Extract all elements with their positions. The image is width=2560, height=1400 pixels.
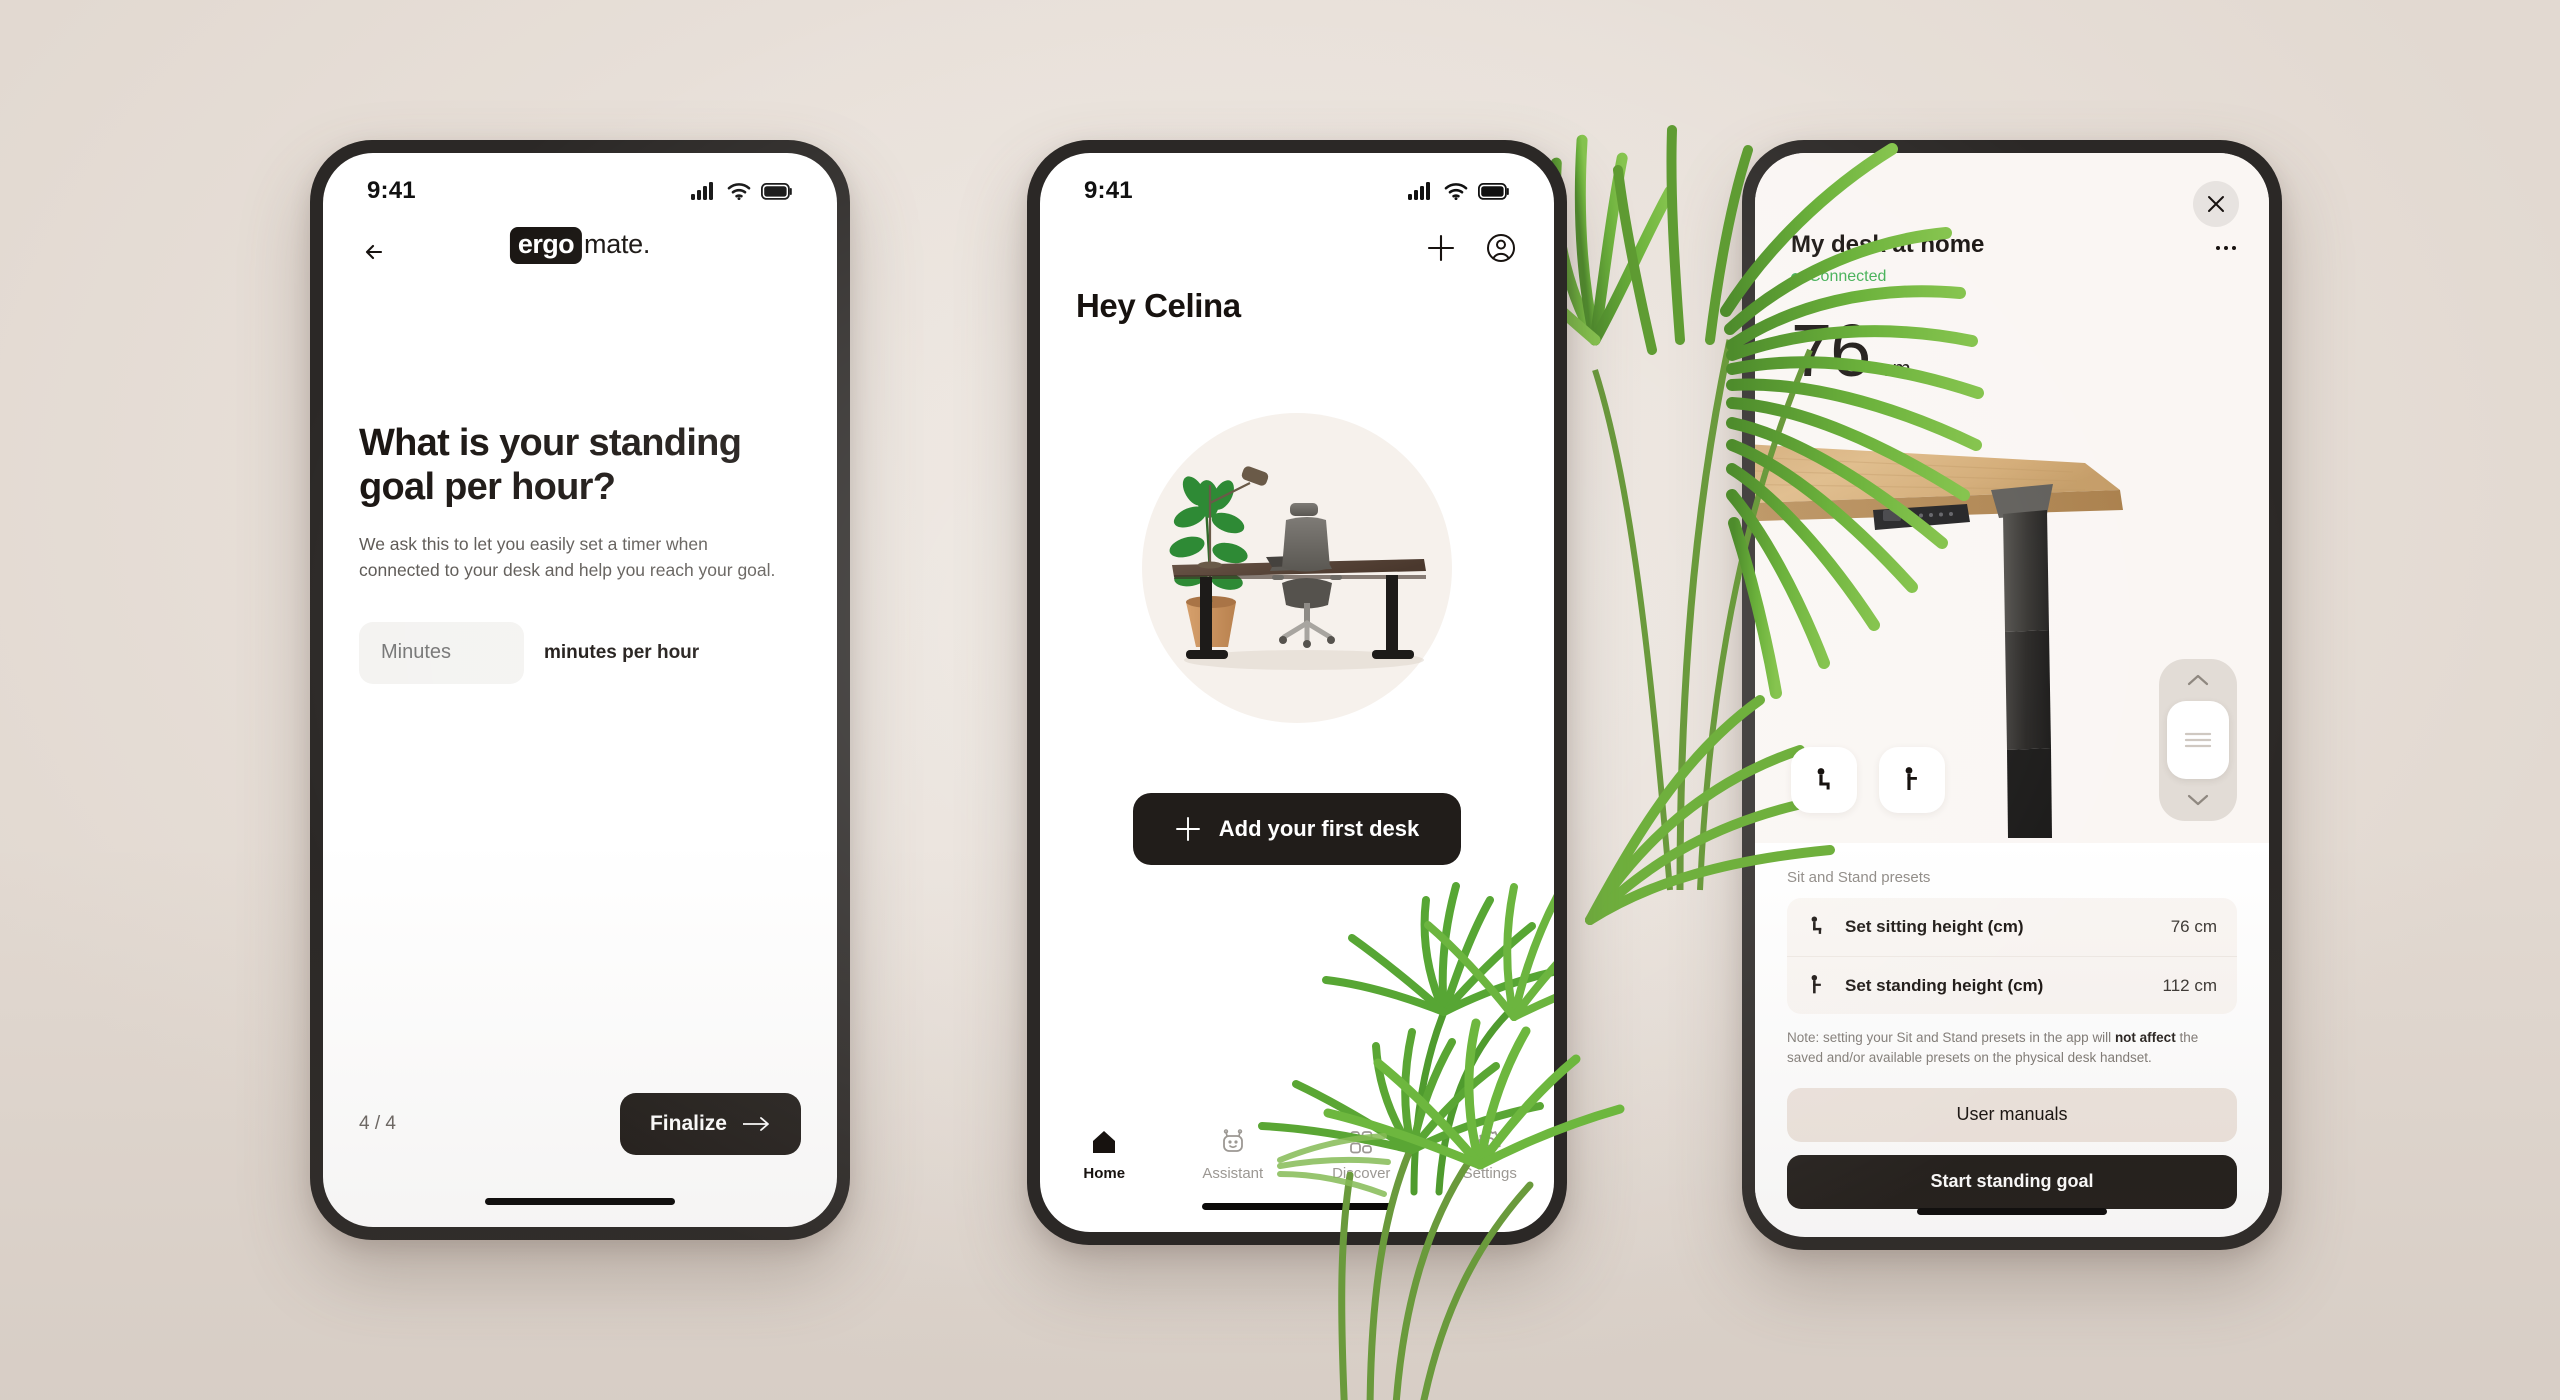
preset-value-sitting: 76 cm	[2170, 917, 2217, 936]
drag-handle-icon[interactable]	[2167, 701, 2229, 779]
desk-panel: My desk at home Connected 76 cm	[1755, 153, 2269, 843]
note-prefix: Note: setting your Sit and Stand presets…	[1787, 1030, 2115, 1045]
phone1-body: What is your standing goal per hour? We …	[323, 421, 837, 684]
minutes-input[interactable]	[359, 621, 524, 684]
preset-label-standing: Set standing height (cm)	[1845, 975, 2044, 995]
minutes-input-row: minutes per hour	[359, 621, 801, 684]
cellular-signal-icon	[691, 182, 713, 200]
sit-preset-icon[interactable]	[1791, 747, 1857, 813]
presets-section: Sit and Stand presets Set sitting height…	[1755, 843, 2269, 1209]
start-standing-goal-button[interactable]: Start standing goal	[1787, 1154, 2237, 1209]
presets-section-label: Sit and Stand presets	[1787, 869, 1931, 886]
finalize-label: Finalize	[649, 1112, 727, 1135]
status-badge: Connected	[1791, 268, 1984, 286]
illustration-desk	[1172, 559, 1426, 659]
height-slider[interactable]	[2159, 659, 2237, 821]
wifi-icon	[727, 183, 751, 200]
more-options-icon[interactable]	[2213, 235, 2239, 261]
battery-icon	[761, 182, 792, 200]
minutes-unit-label: minutes per hour	[544, 641, 700, 663]
phone1-footer: 4 / 4 Finalize	[323, 1093, 837, 1155]
height-value: 76	[1791, 309, 1871, 392]
stand-icon	[1811, 974, 1821, 993]
tab-assistant[interactable]: Assistant	[1169, 1128, 1298, 1182]
quick-preset-buttons	[1791, 747, 1945, 813]
status-time: 9:41	[1084, 177, 1133, 204]
phone2-screen: 9:41 Hey Celina Add your first desk Home…	[1040, 153, 1554, 1232]
add-desk-cta-wrap: Add your first desk	[1040, 793, 1554, 865]
tab-assistant-label: Assistant	[1202, 1165, 1264, 1182]
status-icons	[1408, 182, 1510, 200]
phone2-actions	[1040, 215, 1554, 265]
add-first-desk-label: Add your first desk	[1218, 816, 1420, 841]
home-indicator	[1917, 1208, 2107, 1215]
preset-label-sitting: Set sitting height (cm)	[1845, 917, 2024, 936]
status-time: 9:41	[367, 177, 416, 204]
home-icon	[1093, 1131, 1116, 1153]
account-icon[interactable]	[1484, 231, 1518, 265]
arrow-right-icon	[743, 1117, 769, 1131]
wifi-icon	[1444, 183, 1468, 200]
greeting-title: Hey Celina	[1076, 287, 1241, 324]
status-dot	[1791, 272, 1800, 282]
tab-bar: Home Assistant Discover Settings	[1040, 1112, 1554, 1232]
phone3-screen: My desk at home Connected 76 cm Sit and …	[1755, 153, 2269, 1237]
robot-icon	[1222, 1129, 1243, 1152]
phone1-header: ergo mate.	[323, 215, 837, 271]
status-bar: 9:41	[323, 153, 837, 215]
battery-icon	[1478, 182, 1509, 200]
sit-icon	[1811, 916, 1822, 934]
note-bold: not affect	[2114, 1030, 2176, 1045]
desk-title-row: My desk at home Connected	[1755, 153, 2269, 286]
user-manuals-button[interactable]: User manuals	[1787, 1087, 2237, 1142]
preset-row-sitting[interactable]: Set sitting height (cm) 76 cm	[1787, 898, 2237, 956]
scene-background: 9:41 ergo mate. What is your standing goa…	[0, 0, 2560, 1400]
presets-note: Note: setting your Sit and Stand presets…	[1787, 1028, 2237, 1068]
preset-value-standing: 112 cm	[2162, 975, 2218, 995]
close-icon[interactable]	[2193, 181, 2239, 227]
illustration-circle	[1142, 413, 1452, 723]
add-first-desk-button[interactable]: Add your first desk	[1132, 793, 1462, 865]
desk-illustration	[1040, 403, 1554, 733]
tab-discover-label: Discover	[1332, 1165, 1391, 1182]
add-icon[interactable]	[1424, 231, 1458, 265]
current-height: 76 cm	[1755, 286, 2269, 388]
presets-list: Set sitting height (cm) 76 cm Set standi…	[1787, 898, 2237, 1014]
app-logo: ergo mate.	[509, 227, 651, 264]
home-indicator	[485, 1198, 675, 1205]
tab-settings[interactable]: Settings	[1426, 1128, 1555, 1182]
plus-icon	[1175, 817, 1200, 841]
step-indicator: 4 / 4	[359, 1113, 396, 1134]
stand-preset-icon[interactable]	[1879, 747, 1945, 813]
status-icons	[691, 182, 793, 200]
finalize-button[interactable]: Finalize	[619, 1093, 801, 1155]
page-subtitle: We ask this to let you easily set a time…	[359, 533, 776, 580]
status-bar: 9:41	[1040, 153, 1554, 215]
preset-row-standing[interactable]: Set standing height (cm) 112 cm	[1787, 956, 2237, 1014]
sheet-buttons: User manuals Start standing goal	[1787, 1087, 2237, 1209]
page-title: What is your standing goal per hour?	[359, 422, 742, 509]
height-unit: cm	[1881, 356, 1911, 381]
back-arrow-icon[interactable]	[359, 235, 393, 269]
phone-onboarding: 9:41 ergo mate. What is your standing goa…	[310, 140, 850, 1240]
cellular-signal-icon	[1408, 182, 1430, 200]
desk-title: My desk at home	[1791, 231, 1985, 258]
phone-home: 9:41 Hey Celina Add your first desk Home…	[1027, 140, 1567, 1245]
logo-word: mate.	[584, 229, 651, 259]
home-indicator	[1202, 1203, 1392, 1210]
status-text: Connected	[1809, 268, 1887, 285]
tab-home-label: Home	[1083, 1165, 1126, 1182]
chevron-up-icon[interactable]	[2186, 673, 2210, 687]
chevron-down-icon[interactable]	[2186, 793, 2210, 807]
logo-mark: ergo	[509, 227, 583, 264]
tab-discover[interactable]: Discover	[1297, 1128, 1426, 1182]
tab-home[interactable]: Home	[1040, 1128, 1169, 1182]
gear-icon	[1477, 1130, 1503, 1152]
grid-icon	[1350, 1131, 1373, 1154]
phone-desk-control: My desk at home Connected 76 cm Sit and …	[1742, 140, 2282, 1250]
phone1-screen: 9:41 ergo mate. What is your standing goa…	[323, 153, 837, 1227]
tab-settings-label: Settings	[1462, 1165, 1517, 1182]
